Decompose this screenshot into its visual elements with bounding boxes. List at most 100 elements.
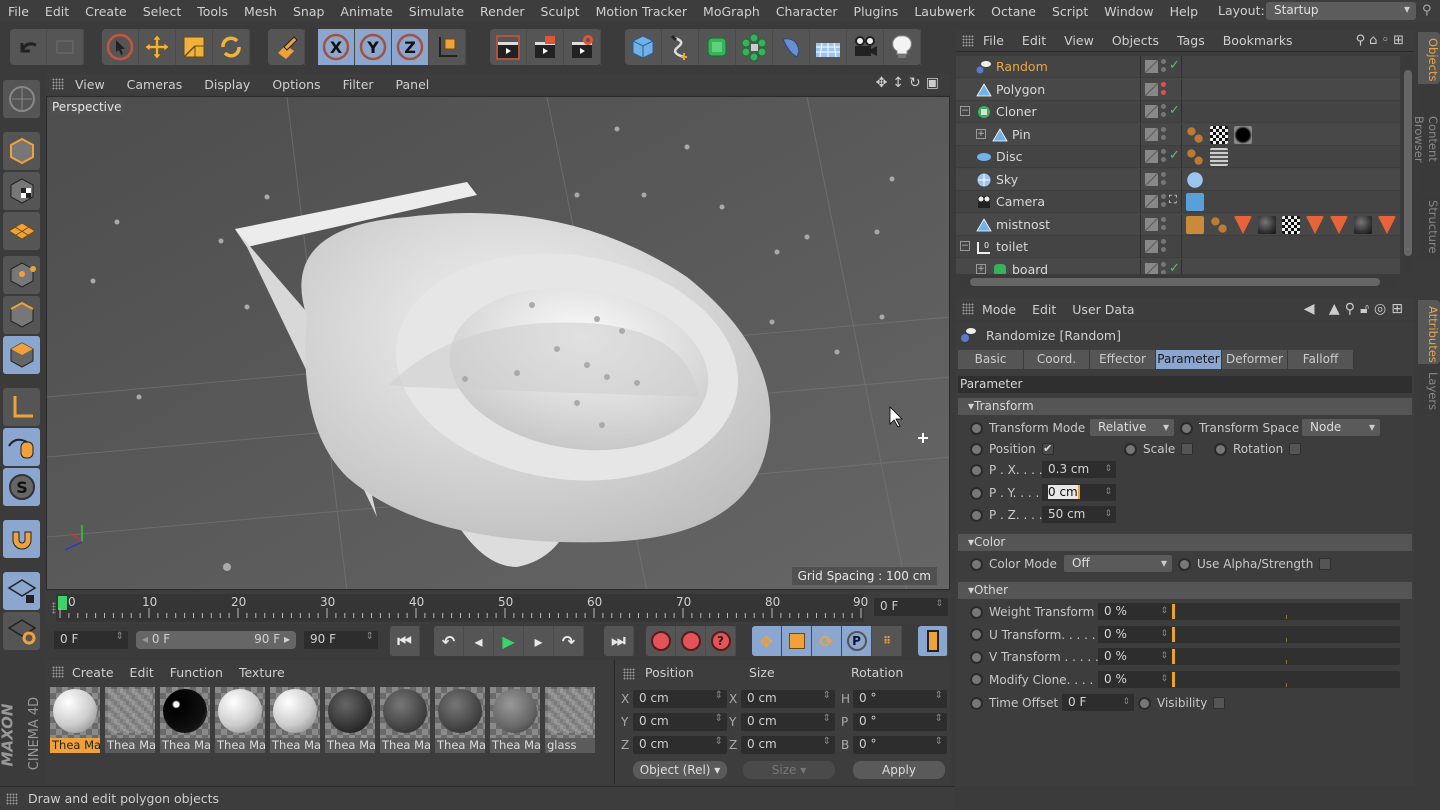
object-row-toilet[interactable]: − 0 toilet [956,236,1400,258]
phong-tag-icon[interactable] [1186,148,1204,166]
object-row-cloner[interactable]: − Cloner ✓ [956,101,1400,123]
menu-render[interactable]: Render [472,4,533,19]
attr-menu-user-data[interactable]: User Data [1064,302,1142,317]
py-field[interactable]: 0 cm ⇕ [1042,484,1116,501]
visibility-tag-icon[interactable] [1186,215,1204,234]
transform-group-header[interactable]: ▾Transform [958,398,1412,415]
key-pla-button[interactable]: ⠿ [872,626,902,656]
menu-snap[interactable]: Snap [285,4,332,19]
material-tile-tag-icon[interactable] [1210,148,1228,166]
material-menu-function[interactable]: Function [162,665,231,680]
viewport-camera-label[interactable]: Perspective [49,99,125,115]
expand-toggle[interactable]: + [976,263,986,274]
visibility-dots[interactable] [1161,104,1166,109]
axis-mode-button[interactable] [3,388,40,426]
animate-radio[interactable] [970,557,983,571]
position-field[interactable]: 0 cm ⇕ [633,736,727,754]
search-icon[interactable]: ⚲ [1422,3,1432,18]
menu-window[interactable]: Window [1096,4,1161,19]
expand-toggle[interactable]: + [976,128,986,139]
menu-edit[interactable]: Edit [37,4,77,19]
menu-select[interactable]: Select [135,4,190,19]
material-swatch[interactable]: Thea Ma [215,687,265,753]
param-slider[interactable] [1172,648,1400,665]
key-scale-button[interactable] [782,626,812,656]
tweak-mode-button[interactable] [3,428,40,466]
goto-end-button[interactable]: ⏭ [604,626,634,656]
size-field[interactable]: 0 cm ⇕ [741,736,835,754]
object-row-pin[interactable]: + Pin [956,123,1400,146]
object-menu-view[interactable]: View [1055,33,1103,48]
goto-start-button[interactable]: ⏮ [390,626,420,656]
world-coordinates-button[interactable] [429,29,466,65]
model-mode-button[interactable] [3,132,40,170]
slider-handle[interactable] [1172,604,1175,619]
move-button[interactable] [139,29,176,65]
object-row-polygon[interactable]: Polygon [956,78,1400,101]
object-menu-objects[interactable]: Objects [1103,33,1168,48]
rotation-field[interactable]: 0 ° ⇕ [853,713,947,731]
menu-plugins[interactable]: Plugins [846,4,907,19]
animate-radio[interactable] [970,628,983,641]
size-field[interactable]: 0 cm ⇕ [741,690,835,708]
layer-icon[interactable] [1145,60,1158,73]
enabled-check-icon[interactable]: ✓ [1169,103,1180,118]
animate-radio[interactable] [1180,421,1193,435]
keyframe-selection-button[interactable]: ? [706,626,736,656]
menu-octane[interactable]: Octane [983,4,1044,19]
expand-toggle[interactable]: − [960,106,970,116]
edges-mode-button[interactable] [3,296,40,334]
tab-attributes[interactable]: Attributes [1418,300,1440,364]
menu-motion-tracker[interactable]: Motion Tracker [588,4,695,19]
camera-button[interactable] [847,29,884,65]
texture-mode-button[interactable] [3,172,40,210]
visibility-dots[interactable] [1161,81,1166,87]
sky-tag-tag-icon[interactable] [1186,170,1204,189]
new-panel-icon[interactable]: ⊞ [1391,301,1408,317]
animate-radio[interactable] [1178,557,1191,571]
selection-tag-icon[interactable] [1378,215,1396,234]
visibility-dots[interactable] [1161,149,1166,154]
color-group-header[interactable]: ▾Color [958,534,1412,551]
rotation-checkbox[interactable] [1289,443,1302,455]
position-field[interactable]: 0 cm ⇕ [633,690,727,708]
menu-script[interactable]: Script [1044,4,1096,19]
phong-tag-icon[interactable] [1210,215,1228,234]
lock-icon[interactable]: 🔓︎ [1360,301,1374,317]
material-menu-texture[interactable]: Texture [231,665,293,680]
key-parameter-button[interactable]: P [842,626,872,656]
attr-menu-mode[interactable]: Mode [974,302,1024,317]
material-checker-tag-icon[interactable] [1210,125,1228,144]
panel-grip[interactable] [962,303,974,315]
frame-range-slider[interactable]: ◂ 0 F 90 F ▸ [136,631,296,649]
viewport-menu-options[interactable]: Options [261,77,331,92]
animate-radio[interactable] [970,486,983,500]
animate-radio[interactable] [1124,442,1137,456]
recent-tools-button[interactable] [268,29,305,65]
tab-falloff[interactable]: Falloff [1288,350,1354,369]
record-button[interactable] [646,626,676,656]
slider-handle[interactable] [1172,671,1175,687]
tab-basic[interactable]: Basic [958,350,1024,369]
animate-radio[interactable] [1138,696,1151,710]
camera-tag-tag-icon[interactable] [1186,193,1204,211]
panel-grip[interactable] [52,666,64,678]
material-menu-create[interactable]: Create [64,665,122,680]
tab-deformer[interactable]: Deformer [1222,350,1288,369]
object-row-mistnost[interactable]: mistnost [956,213,1400,236]
menu-animate[interactable]: Animate [332,4,400,19]
tab-layers[interactable]: Layers [1418,366,1440,414]
param-value-field[interactable]: 0 % ⇕ [1098,648,1172,665]
material-dark-tag-icon[interactable] [1354,215,1372,234]
slider-handle[interactable] [1172,649,1175,664]
material-menu-edit[interactable]: Edit [122,665,162,680]
animate-radio[interactable] [1214,442,1227,456]
object-menu-edit[interactable]: Edit [1013,33,1055,48]
time-offset-field[interactable]: 0 F ⇕ [1062,694,1134,711]
polygons-mode-button[interactable] [3,336,40,374]
animate-radio[interactable] [970,605,983,619]
scale-button[interactable] [176,29,213,65]
cube-button[interactable] [625,29,662,65]
workplane-align-button[interactable] [3,612,40,650]
material-swatch[interactable]: Thea Ma [380,687,430,753]
